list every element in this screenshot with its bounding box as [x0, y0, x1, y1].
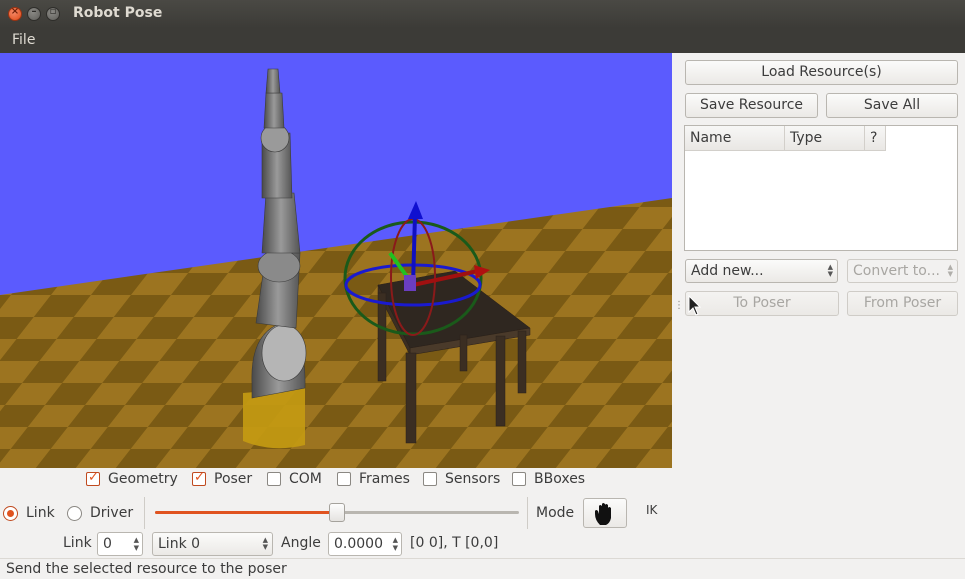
com-label: COM [289, 471, 322, 487]
from-poser-button[interactable]: From Poser [847, 291, 958, 316]
link-index-spinbox[interactable]: 0 ▲ ▼ [97, 532, 143, 556]
menu-bar: File [0, 28, 965, 53]
mode-hand-button[interactable] [583, 498, 627, 528]
link-name-value: Link 0 [158, 536, 201, 552]
driver-radio-label: Driver [90, 505, 134, 521]
driver-radio[interactable] [67, 506, 82, 521]
close-window-button[interactable]: × [8, 6, 22, 21]
joint-limits-text: [0 0], T [0,0] [410, 535, 499, 551]
save-all-button[interactable]: Save All [826, 93, 958, 118]
hand-icon [595, 503, 611, 525]
link-radio-label: Link [26, 505, 55, 521]
scene-render [0, 68, 672, 468]
angle-label: Angle [281, 535, 321, 551]
status-bar: Send the selected resource to the poser [0, 558, 965, 579]
geometry-label: Geometry [108, 471, 178, 487]
mouse-cursor-icon [688, 295, 702, 316]
angle-spinbox[interactable]: 0.0000 ▲ ▼ [328, 532, 402, 556]
maximize-icon: ▫ [49, 6, 57, 17]
poser-label: Poser [214, 471, 253, 487]
separator [527, 497, 528, 529]
resource-table[interactable]: Name Type ? [684, 125, 958, 251]
slider-handle[interactable] [329, 503, 345, 522]
column-header-name[interactable]: Name [685, 126, 785, 151]
add-new-label: Add new... [691, 263, 764, 279]
column-header-type[interactable]: Type [785, 126, 865, 151]
mode-label: Mode [536, 505, 575, 521]
slider-fill [155, 511, 337, 514]
column-header-help[interactable]: ? [865, 126, 886, 151]
load-resources-button[interactable]: Load Resource(s) [685, 60, 958, 85]
menu-file[interactable]: File [12, 32, 35, 48]
add-new-dropdown[interactable]: Add new... ▲ ▼ [685, 259, 838, 283]
angle-value: 0.0000 [334, 536, 383, 552]
com-checkbox[interactable] [267, 472, 281, 486]
maximize-window-button[interactable]: ▫ [46, 6, 60, 21]
convert-to-label: Convert to... [853, 263, 940, 279]
minimize-icon: – [31, 6, 37, 17]
resource-table-header: Name Type ? [685, 126, 886, 151]
frames-checkbox[interactable] [337, 472, 351, 486]
frames-label: Frames [359, 471, 410, 487]
save-resource-button[interactable]: Save Resource [685, 93, 818, 118]
spin-arrows-icon: ▲ ▼ [392, 536, 398, 552]
spin-arrows-icon: ▲ ▼ [827, 263, 833, 278]
convert-to-dropdown[interactable]: Convert to... ▲ ▼ [847, 259, 958, 283]
separator [144, 497, 145, 529]
status-text: Send the selected resource to the poser [6, 561, 287, 577]
spin-arrows-icon: ▲ ▼ [262, 536, 268, 551]
bboxes-checkbox[interactable] [512, 472, 526, 486]
link-index-value: 0 [103, 536, 112, 552]
link-name-dropdown[interactable]: Link 0 ▲ ▼ [152, 532, 273, 556]
bboxes-label: BBoxes [534, 471, 586, 487]
poser-checkbox[interactable] [192, 470, 206, 486]
link-radio[interactable] [3, 506, 18, 521]
close-icon: × [10, 6, 20, 17]
geometry-checkbox[interactable] [86, 470, 100, 486]
robot-arm [251, 68, 307, 399]
link-index-label: Link [63, 535, 92, 551]
sensors-label: Sensors [445, 471, 501, 487]
minimize-window-button[interactable]: – [27, 6, 41, 21]
window-title: Robot Pose [73, 5, 163, 21]
title-bar: × – ▫ Robot Pose [0, 0, 965, 28]
spin-arrows-icon: ▲ ▼ [947, 263, 953, 278]
floor [0, 198, 672, 468]
3d-viewport[interactable] [0, 53, 672, 468]
sensors-checkbox[interactable] [423, 472, 437, 486]
spin-arrows-icon: ▲ ▼ [133, 536, 139, 552]
ik-label: IK [646, 503, 658, 517]
splitter-handle-icon[interactable]: ⋮ [674, 300, 684, 311]
to-poser-button[interactable]: To Poser [685, 291, 839, 316]
